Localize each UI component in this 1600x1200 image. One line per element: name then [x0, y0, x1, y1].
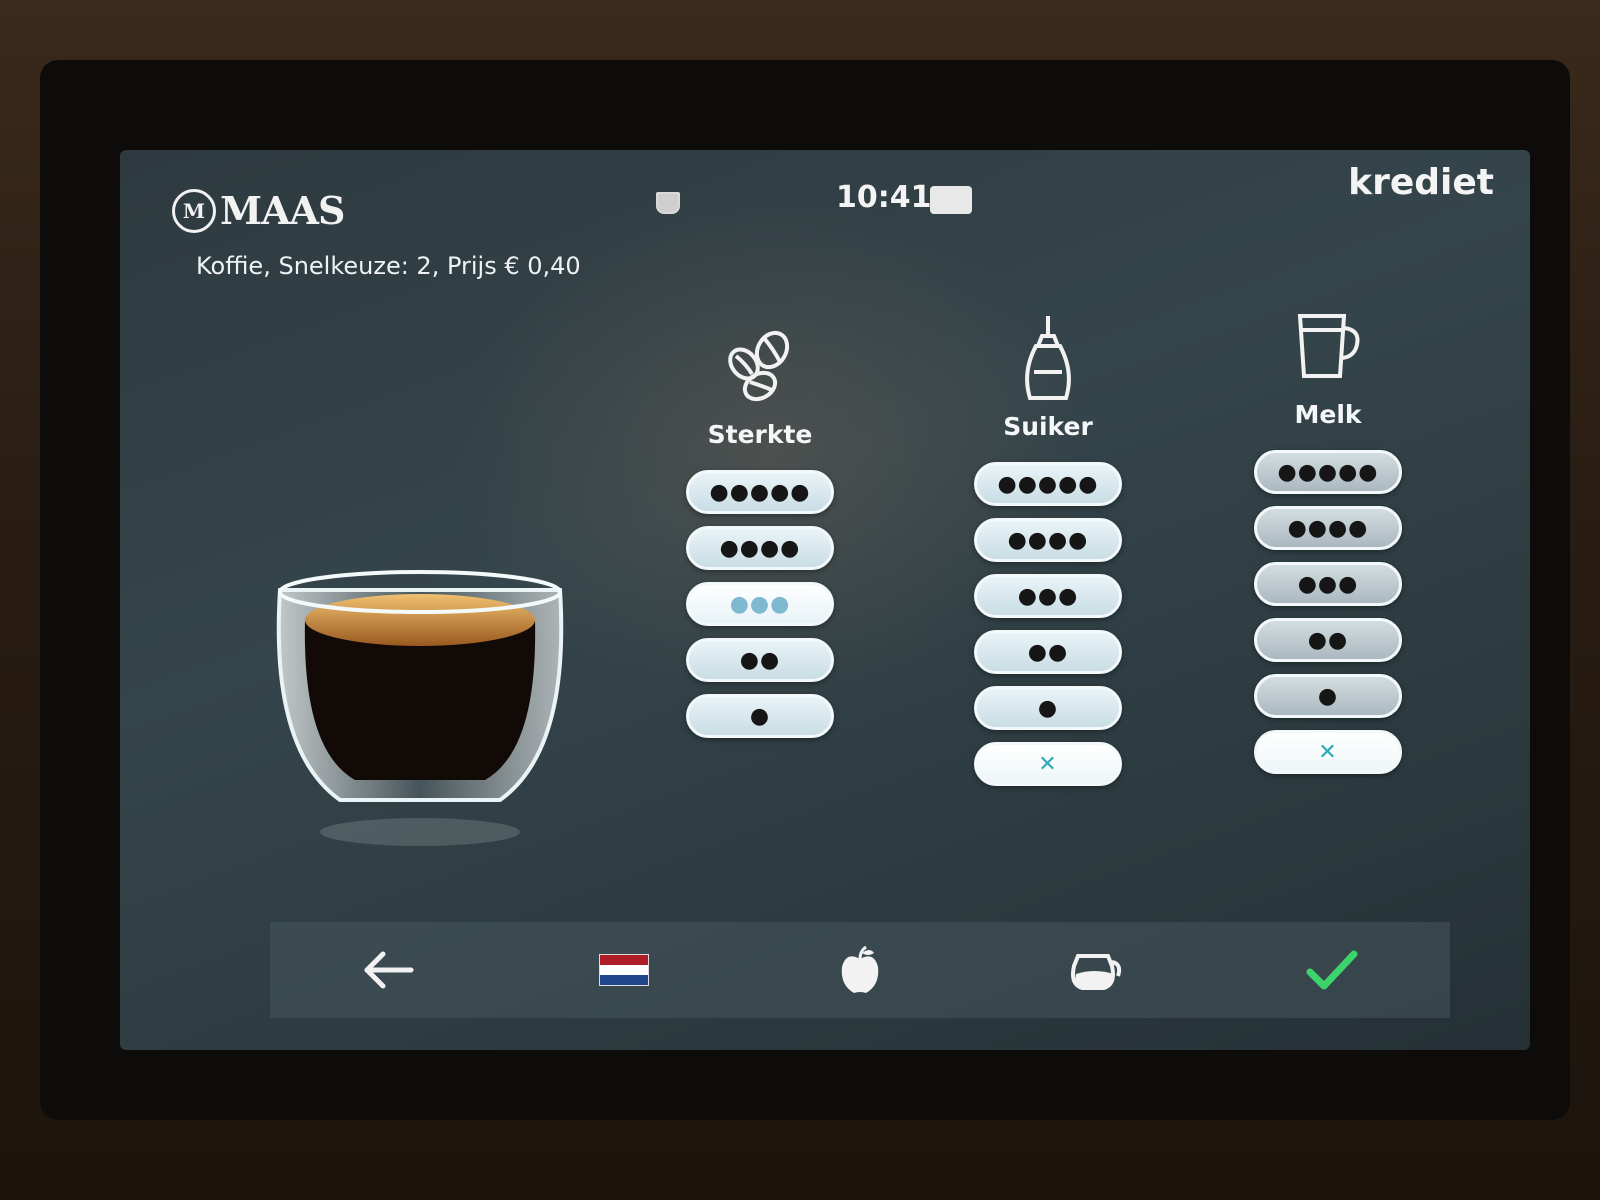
coffee-beans-icon: [720, 318, 800, 414]
touch-screen: M MAAS Koffie, Snelkeuze: 2, Prijs € 0,4…: [120, 150, 1530, 1050]
suiker-none[interactable]: ✕: [974, 742, 1122, 786]
sterkte-level-2[interactable]: ●●: [686, 638, 834, 682]
payment-card-icon: [930, 186, 972, 214]
checkmark-icon: [1306, 950, 1358, 990]
column-title-suiker: Suiker: [1003, 412, 1093, 441]
brand-logo: M MAAS: [172, 188, 345, 233]
melk-level-4[interactable]: ●●●●: [1254, 506, 1402, 550]
melk-level-2[interactable]: ●●: [1254, 618, 1402, 662]
back-button[interactable]: [298, 930, 478, 1010]
column-title-melk: Melk: [1294, 400, 1362, 429]
suiker-level-5[interactable]: ●●●●●: [974, 462, 1122, 506]
logo-mark: M: [172, 188, 216, 233]
product-summary: Koffie, Snelkeuze: 2, Prijs € 0,40: [196, 252, 581, 280]
milk-cup-icon: [1288, 298, 1368, 394]
credit-button[interactable]: krediet: [1348, 162, 1494, 203]
melk-none[interactable]: ✕: [1254, 730, 1402, 774]
suiker-level-2[interactable]: ●●: [974, 630, 1122, 674]
sterkte-level-3[interactable]: ●●●: [686, 582, 834, 626]
sterkte-level-4[interactable]: ●●●●: [686, 526, 834, 570]
melk-level-1[interactable]: ●: [1254, 674, 1402, 718]
coffee-jug-icon: [1071, 954, 1122, 990]
nutrition-info-button[interactable]: [770, 930, 950, 1010]
confirm-button[interactable]: [1242, 930, 1422, 1010]
column-title-sterkte: Sterkte: [707, 420, 813, 449]
column-suiker: Suiker ●●●●● ●●●● ●●● ●● ● ✕: [968, 310, 1128, 798]
apple-icon: [841, 945, 879, 993]
melk-level-3[interactable]: ●●●: [1254, 562, 1402, 606]
jug-button[interactable]: [1006, 930, 1186, 1010]
sugar-dispenser-icon: [1008, 310, 1088, 406]
espresso-glass-image: [276, 570, 564, 846]
language-button[interactable]: [534, 930, 714, 1010]
arrow-left-icon: [364, 951, 414, 989]
sterkte-level-5[interactable]: ●●●●●: [686, 470, 834, 514]
bottom-navigation-bar: [270, 922, 1450, 1018]
dutch-flag-icon: [599, 954, 649, 986]
suiker-level-4[interactable]: ●●●●: [974, 518, 1122, 562]
suiker-level-1[interactable]: ●: [974, 686, 1122, 730]
clock: 10:41: [836, 180, 932, 215]
melk-level-5[interactable]: ●●●●●: [1254, 450, 1402, 494]
cup-status-icon: [656, 192, 680, 214]
column-sterkte: Sterkte ●●●●● ●●●● ●●● ●● ●: [680, 318, 840, 750]
suiker-level-3[interactable]: ●●●: [974, 574, 1122, 618]
column-melk: Melk ●●●●● ●●●● ●●● ●● ● ✕: [1248, 298, 1408, 786]
logo-text: MAAS: [220, 188, 345, 233]
sterkte-level-1[interactable]: ●: [686, 694, 834, 738]
